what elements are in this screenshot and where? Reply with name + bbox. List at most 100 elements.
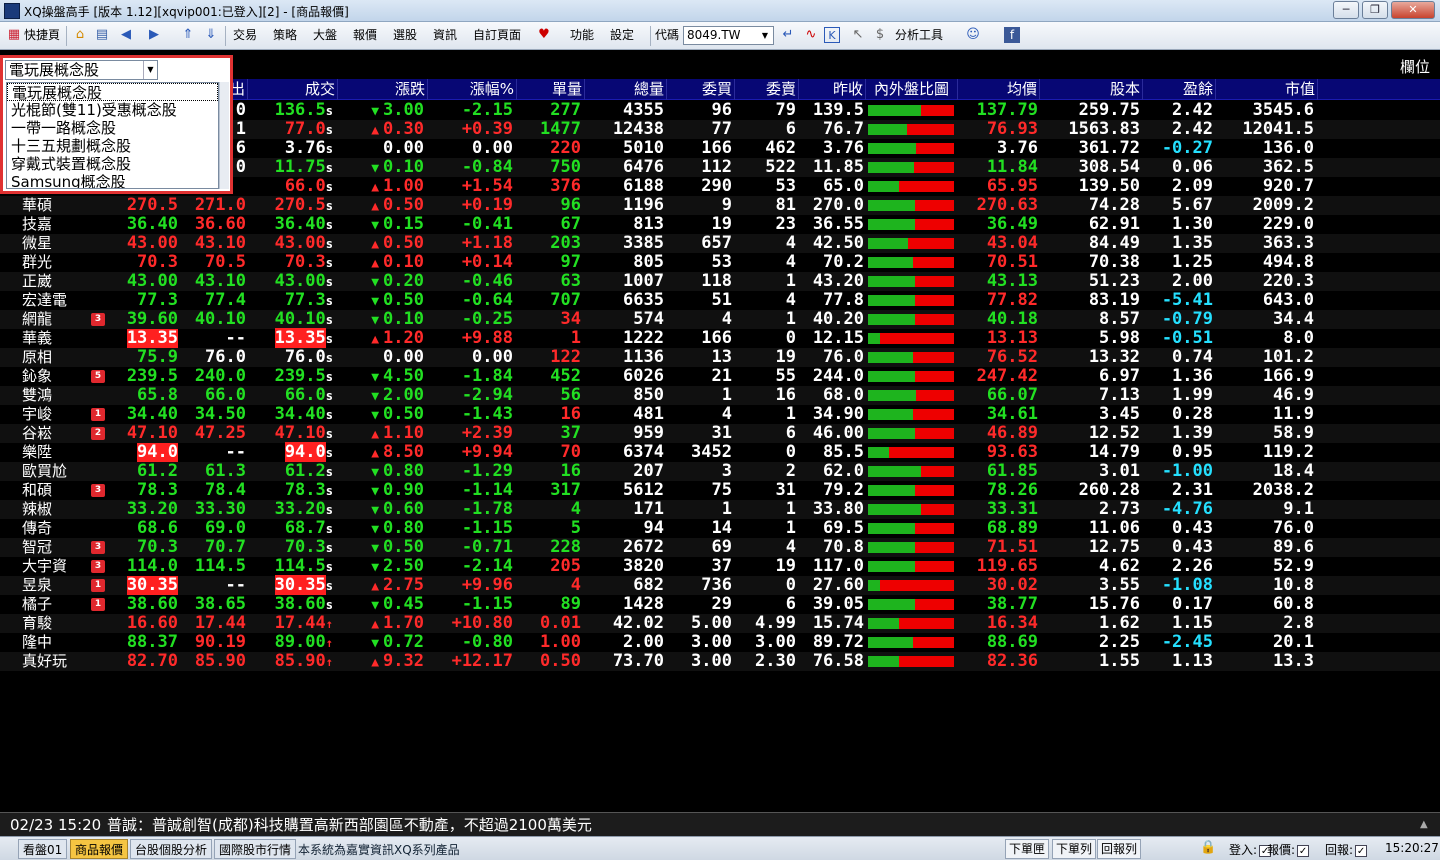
tab-3[interactable]: 國際股市行情	[214, 839, 297, 859]
menu-analysis-tools[interactable]: 分析工具	[895, 27, 943, 43]
menu-quote[interactable]: 報價	[353, 27, 377, 43]
stock-name[interactable]: 辣椒	[22, 500, 52, 519]
stock-name[interactable]: 橘子	[22, 595, 52, 614]
tab-1[interactable]: 商品報價	[70, 839, 129, 859]
table-row[interactable]: 微星 43.00 43.10 43.00s ▲ 0.50 +1.18 203 3385 657 4 4…	[0, 234, 1440, 253]
stock-name[interactable]: 大宇資	[22, 557, 67, 576]
notice-badge[interactable]: 3	[91, 541, 105, 554]
stock-name[interactable]: 宇峻	[22, 405, 52, 424]
menu-function[interactable]: 功能	[570, 27, 594, 43]
order-row-button[interactable]: 下單列	[1052, 839, 1097, 859]
table-row[interactable]: 宇峻 1 34.40 34.50 34.40s ▼ 0.50 -1.43 16 481 4 1 34.9…	[0, 405, 1440, 424]
column-header[interactable]: 委買	[667, 79, 735, 100]
stock-name[interactable]: 華碩	[22, 196, 52, 215]
notice-badge[interactable]: 3	[91, 313, 105, 326]
table-row[interactable]: 鈊象 5 239.5 240.0 239.5s ▼ 4.50 -1.84 452 6026 21 55…	[0, 367, 1440, 386]
table-row[interactable]: 育駿 16.60 17.44 17.44↑ ▲ 1.70 +10.80 0.01 42.02 5.…	[0, 614, 1440, 633]
column-header[interactable]: 單量	[517, 79, 585, 100]
back-icon[interactable]: ◀	[118, 27, 134, 43]
news-text[interactable]: 普誠：普誠創智(成都)科技購置高新西部園區不動產，不超過2100萬美元	[107, 813, 592, 837]
group-select[interactable]: 電玩展概念股 ▼	[5, 60, 158, 80]
column-header[interactable]: 漲跌	[338, 79, 428, 100]
table-row[interactable]: 橘子 1 38.60 38.65 38.60s ▼ 0.45 -1.15 89 1428 29 6 39…	[0, 595, 1440, 614]
restore-button[interactable]: ❐	[1362, 1, 1388, 19]
order-list-button[interactable]: 下單匣	[1005, 839, 1050, 859]
favorite-icon[interactable]: ♥	[536, 27, 552, 43]
table-row[interactable]: 華義 13.35 -- 13.35s ▲ 1.20 +9.88 1 1222 166 0 12.15 1…	[0, 328, 1440, 348]
group-list-item[interactable]: 十三五規劃概念股	[7, 137, 218, 155]
column-header[interactable]: 股本	[1040, 79, 1143, 100]
column-header[interactable]: 漲幅%	[428, 79, 517, 100]
table-row[interactable]: 昱泉 1 30.35 -- 30.35s ▲ 2.75 +9.96 4 682 736 0 27.60 3…	[0, 575, 1440, 595]
table-row[interactable]: 網龍 3 39.60 40.10 40.10s ▼ 0.10 -0.25 34 574 4 1 40.2…	[0, 310, 1440, 329]
notice-badge[interactable]: 3	[91, 484, 105, 497]
close-button[interactable]: ✕	[1391, 1, 1435, 19]
group-list-scrollbar[interactable]	[219, 82, 229, 189]
column-header[interactable]: 成交	[248, 79, 338, 100]
tab-2[interactable]: 台股個股分析	[130, 839, 213, 859]
stock-name[interactable]: 育駿	[22, 614, 52, 633]
chevron-down-icon[interactable]: ▼	[143, 61, 157, 79]
stock-name[interactable]: 和碩	[22, 481, 52, 500]
stock-name[interactable]: 華義	[22, 329, 52, 348]
enter-icon[interactable]: ↵	[780, 27, 796, 43]
stock-name[interactable]: 真好玩	[22, 652, 67, 671]
menu-trade[interactable]: 交易	[233, 27, 257, 43]
stock-name[interactable]: 谷崧	[22, 424, 52, 443]
menu-strategy[interactable]: 策略	[273, 27, 297, 43]
group-list-item[interactable]: 一帶一路概念股	[7, 119, 218, 137]
scroll-down-icon[interactable]: ⇓	[203, 27, 219, 43]
stock-name[interactable]: 宏達電	[22, 291, 67, 310]
stock-name[interactable]: 樂陞	[22, 443, 52, 462]
forward-icon[interactable]: ▶	[146, 27, 162, 43]
table-row[interactable]: 真好玩 82.70 85.90 85.90↑ ▲ 9.32 +12.17 0.50 73.70 3…	[0, 652, 1440, 671]
group-list-item[interactable]: Samsung概念股	[7, 173, 218, 188]
table-row[interactable]: 大宇資 3 114.0 114.5 114.5s ▼ 2.50 -2.14 205 3820 37 1…	[0, 557, 1440, 576]
table-row[interactable]: 智冠 3 70.3 70.7 70.3s ▼ 0.50 -0.71 228 2672 69 4 70.8…	[0, 538, 1440, 557]
menu-custom-page[interactable]: 自訂頁面	[473, 27, 521, 43]
menu-settings[interactable]: 設定	[610, 27, 634, 43]
stock-name[interactable]: 雙鴻	[22, 386, 52, 405]
facebook-icon[interactable]: f	[1004, 27, 1020, 43]
group-dropdown[interactable]: 電玩展概念股 ▼ 電玩展概念股 光棍節(雙11)受惠概念股 一帶一路概念股 十三五規劃概…	[0, 55, 233, 194]
chart-icon[interactable]: ∿	[803, 27, 819, 43]
scroll-up-icon[interactable]: ▲	[1420, 813, 1428, 837]
table-row[interactable]: 雙鴻 65.8 66.0 66.0s ▼ 2.00 -2.94 56 850 1 16 68.0 66.…	[0, 386, 1440, 405]
table-row[interactable]: 宏達電 77.3 77.4 77.3s ▼ 0.50 -0.64 707 6635 51 4 77.8…	[0, 291, 1440, 310]
stock-name[interactable]: 技嘉	[22, 215, 52, 234]
group-list-item[interactable]: 電玩展概念股	[7, 83, 218, 102]
stock-name[interactable]: 隆中	[22, 633, 52, 652]
kline-icon[interactable]: K	[824, 27, 840, 43]
report-row-button[interactable]: 回報列	[1097, 839, 1142, 859]
stock-name[interactable]: 歐買尬	[22, 462, 67, 481]
table-row[interactable]: 隆中 88.37 90.19 89.00↑ ▼ 0.72 -0.80 1.00 2.00 3.00…	[0, 633, 1440, 652]
table-row[interactable]: 原相 75.9 76.0 76.0s 0.00 0.00 122 1136 13 19 76.0 76…	[0, 348, 1440, 367]
stock-name[interactable]: 傳奇	[22, 519, 52, 538]
stock-name[interactable]: 正崴	[22, 272, 52, 291]
cursor-icon[interactable]: ↖	[850, 27, 866, 43]
table-row[interactable]: 華碩 270.5 271.0 270.5s ▲ 0.50 +0.19 96 1196 9 81 270…	[0, 196, 1440, 215]
chevron-down-icon[interactable]: ▼	[758, 28, 772, 43]
stock-name[interactable]: 昱泉	[22, 576, 52, 595]
table-row[interactable]: 和碩 3 78.3 78.4 78.3s ▼ 0.90 -1.14 317 5612 75 31 79.…	[0, 481, 1440, 500]
shortcut-menu[interactable]: 快捷頁	[24, 27, 60, 43]
notice-badge[interactable]: 2	[91, 427, 105, 440]
menu-screener[interactable]: 選股	[393, 27, 417, 43]
scroll-up-icon[interactable]: ⇑	[180, 27, 196, 43]
menu-market[interactable]: 大盤	[313, 27, 337, 43]
stock-name[interactable]: 原相	[22, 348, 52, 367]
user-icon[interactable]: ☺	[965, 27, 981, 43]
notice-badge[interactable]: 1	[91, 408, 105, 421]
notice-badge[interactable]: 5	[91, 370, 105, 383]
code-input[interactable]: 8049.TW ▼	[683, 26, 774, 45]
notice-badge[interactable]: 3	[91, 560, 105, 573]
stock-name[interactable]: 群光	[22, 253, 52, 272]
group-list-item[interactable]: 穿戴式裝置概念股	[7, 155, 218, 173]
table-row[interactable]: 辣椒 33.20 33.30 33.20s ▼ 0.60 -1.78 4 171 1 1 33.80 3…	[0, 500, 1440, 519]
column-header[interactable]: 委賣	[735, 79, 799, 100]
menu-info[interactable]: 資訊	[433, 27, 457, 43]
column-header[interactable]: 均價	[958, 79, 1040, 100]
minimize-button[interactable]: ─	[1333, 1, 1359, 19]
table-row[interactable]: 歐買尬 61.2 61.3 61.2s ▼ 0.80 -1.29 16 207 3 2 62.0 61.…	[0, 462, 1440, 481]
stock-name[interactable]: 網龍	[22, 310, 52, 329]
